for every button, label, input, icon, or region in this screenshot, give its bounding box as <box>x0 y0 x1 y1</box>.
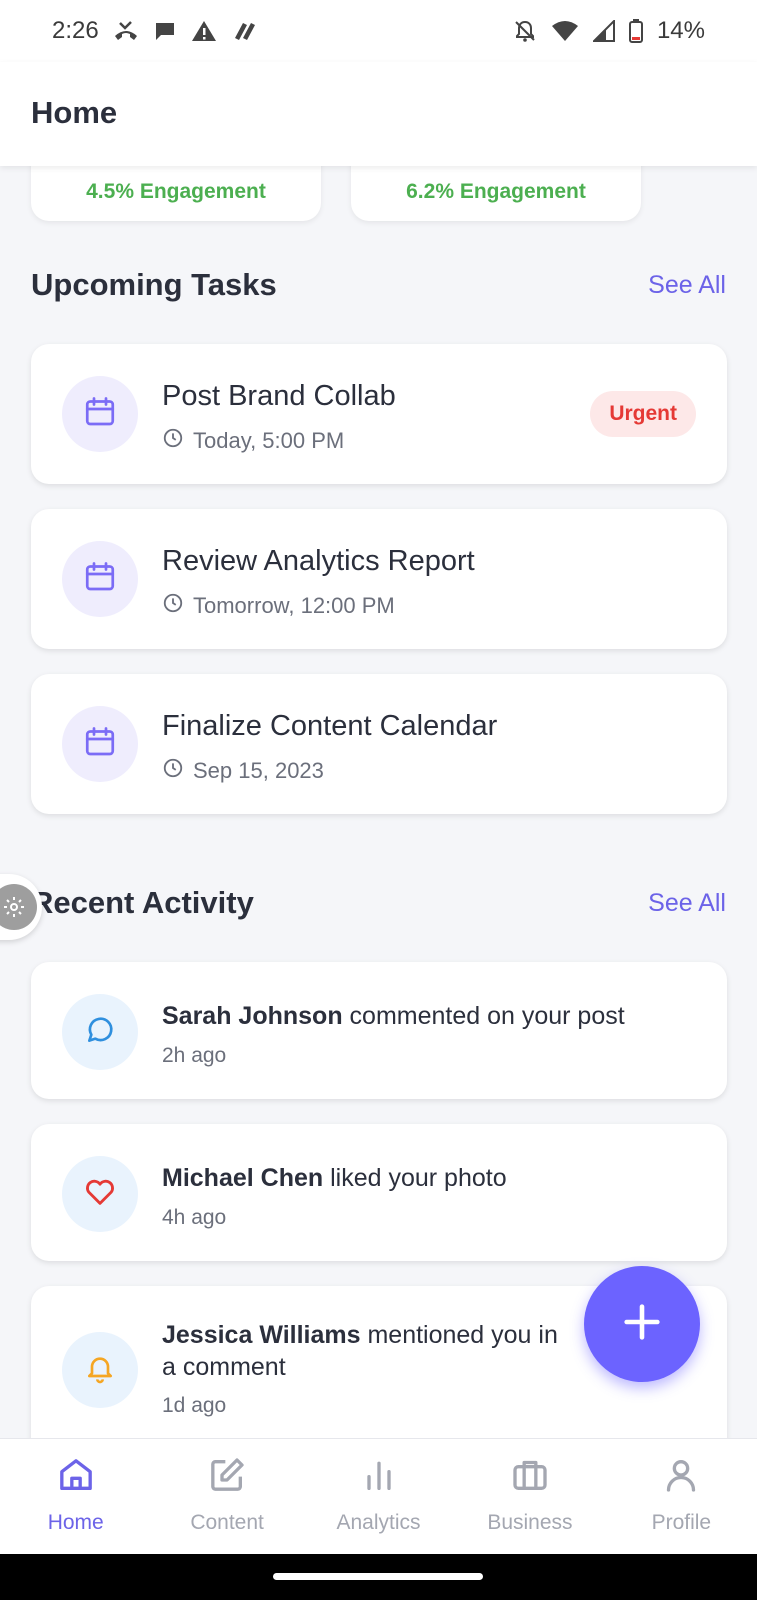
main-content[interactable]: 4.5% Engagement 6.2% Engagement Upcoming… <box>0 166 757 1438</box>
edit-icon <box>207 1455 247 1501</box>
section-title: Recent Activity <box>31 885 254 920</box>
heart-icon <box>83 1175 117 1214</box>
urgent-badge: Urgent <box>590 391 696 437</box>
clock-icon <box>162 757 184 785</box>
system-nav-bar <box>0 1554 757 1600</box>
activity-time: 1d ago <box>162 1394 227 1417</box>
battery-icon <box>628 19 643 43</box>
activity-icon-container <box>62 1332 138 1408</box>
activity-time: 2h ago <box>162 1044 227 1067</box>
calendar-icon <box>82 559 118 600</box>
comment-icon <box>84 1014 116 1051</box>
nav-profile[interactable]: Profile <box>606 1439 757 1554</box>
task-due: Today, 5:00 PM <box>162 427 344 455</box>
activity-actor: Michael Chen <box>162 1164 324 1192</box>
activity-actor: Sarah Johnson <box>162 1002 343 1030</box>
engagement-value: 4.5% Engagement <box>86 180 266 203</box>
home-icon <box>56 1455 96 1501</box>
nav-analytics[interactable]: Analytics <box>303 1439 454 1554</box>
task-title: Review Analytics Report <box>162 545 475 577</box>
home-gesture-handle[interactable] <box>273 1573 483 1580</box>
bar-chart-icon <box>359 1455 399 1501</box>
recent-activity-header: Recent Activity See All <box>31 885 726 921</box>
activity-icon-container <box>62 1156 138 1232</box>
nav-business[interactable]: Business <box>454 1439 605 1554</box>
activity-actor: Jessica Williams <box>162 1321 361 1349</box>
task-icon-container <box>62 376 138 452</box>
see-all-tasks-link[interactable]: See All <box>648 271 726 300</box>
user-icon <box>661 1455 701 1501</box>
chat-icon <box>153 20 177 42</box>
activity-action: commented on your post <box>342 1002 625 1030</box>
calendar-icon <box>82 724 118 765</box>
task-title: Post Brand Collab <box>162 380 396 412</box>
wifi-icon <box>551 20 579 42</box>
nav-label: Analytics <box>336 1511 421 1534</box>
nav-label: Profile <box>651 1511 712 1534</box>
settings-icon <box>0 884 37 930</box>
activity-text: Jessica Williams mentioned you in a comm… <box>162 1319 577 1383</box>
task-time-text: Tomorrow, 12:00 PM <box>193 593 395 618</box>
engagement-value: 6.2% Engagement <box>406 180 586 203</box>
activity-time: 4h ago <box>162 1206 227 1229</box>
bottom-nav: Home Content Analytics Business Profile <box>0 1438 757 1554</box>
nav-content[interactable]: Content <box>151 1439 302 1554</box>
activity-action: liked your photo <box>323 1164 507 1192</box>
nav-home[interactable]: Home <box>0 1439 151 1554</box>
section-title: Upcoming Tasks <box>31 267 277 302</box>
signal-icon <box>592 20 615 42</box>
page-title: Home <box>31 95 118 130</box>
task-due: Tomorrow, 12:00 PM <box>162 592 395 620</box>
clock-icon <box>162 592 184 620</box>
battery-percent: 14% <box>656 17 705 44</box>
plus-icon <box>619 1299 665 1350</box>
task-card[interactable]: Post Brand Collab Today, 5:00 PM Urgent <box>31 344 727 484</box>
status-time: 2:26 <box>52 17 99 44</box>
app-notification-icon <box>231 20 257 42</box>
see-all-activity-link[interactable]: See All <box>648 889 726 918</box>
task-due: Sep 15, 2023 <box>162 757 324 785</box>
nav-label: Business <box>487 1511 573 1534</box>
activity-card[interactable]: Sarah Johnson commented on your post 2h … <box>31 962 727 1099</box>
warning-icon <box>191 20 217 42</box>
notifications-off-icon <box>513 19 537 43</box>
briefcase-icon <box>510 1455 550 1501</box>
nav-label: Home <box>47 1511 104 1534</box>
add-button[interactable] <box>584 1266 700 1382</box>
missed-call-icon <box>113 20 139 42</box>
activity-card[interactable]: Michael Chen liked your photo 4h ago <box>31 1124 727 1261</box>
calendar-icon <box>82 394 118 435</box>
task-icon-container <box>62 541 138 617</box>
clock-icon <box>162 427 184 455</box>
app-bar: Home <box>0 62 757 166</box>
stat-card[interactable]: 6.2% Engagement <box>351 166 641 221</box>
activity-icon-container <box>62 994 138 1070</box>
nav-label: Content <box>190 1511 264 1534</box>
task-card[interactable]: Finalize Content Calendar Sep 15, 2023 <box>31 674 727 814</box>
task-time-text: Sep 15, 2023 <box>193 758 324 783</box>
task-card[interactable]: Review Analytics Report Tomorrow, 12:00 … <box>31 509 727 649</box>
activity-text: Sarah Johnson commented on your post <box>162 1000 696 1032</box>
upcoming-tasks-header: Upcoming Tasks See All <box>31 267 726 303</box>
task-title: Finalize Content Calendar <box>162 710 498 742</box>
stat-card[interactable]: 4.5% Engagement <box>31 166 321 221</box>
bell-icon <box>84 1352 116 1389</box>
task-time-text: Today, 5:00 PM <box>193 428 345 453</box>
activity-text: Michael Chen liked your photo <box>162 1162 696 1194</box>
status-bar: 2:26 14% <box>0 0 757 62</box>
task-icon-container <box>62 706 138 782</box>
